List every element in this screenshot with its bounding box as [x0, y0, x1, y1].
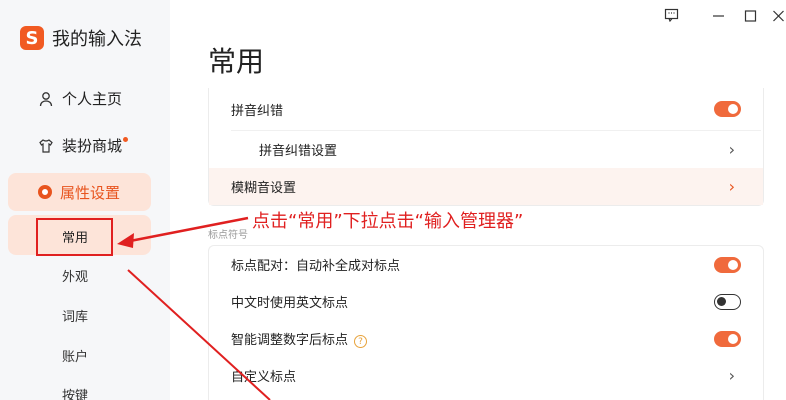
- tutorial-arrows: [117, 216, 271, 400]
- arrow-line-to-common: [129, 216, 249, 243]
- arrow-line-down: [127, 269, 271, 400]
- arrowhead-icon: [117, 233, 134, 248]
